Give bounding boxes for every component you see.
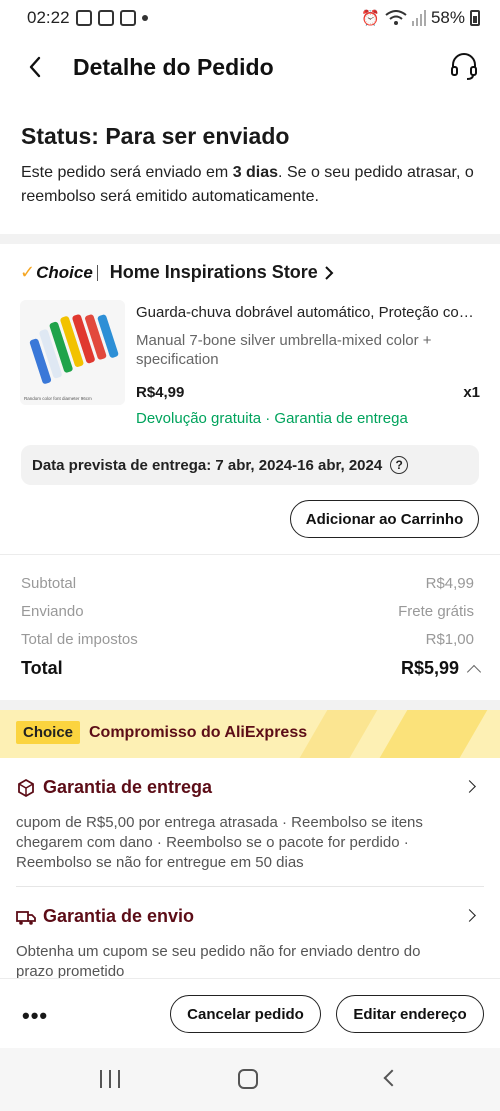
app-header: Detalhe do Pedido: [0, 40, 500, 96]
package-shield-icon: [18, 778, 34, 797]
product-price: R$4,99: [136, 384, 185, 401]
clock: 02:22: [27, 8, 70, 27]
shipping-value: Frete grátis: [398, 603, 474, 620]
order-status-title: Status: Para ser enviado: [21, 123, 290, 149]
battery-percent: 58%: [430, 8, 465, 27]
page-title: Detalhe do Pedido: [73, 54, 274, 80]
aliexpress-commitment-banner: Choice Compromisso do AliExpress: [0, 710, 500, 758]
cancel-order-button[interactable]: Cancelar pedido: [170, 995, 321, 1033]
check-icon: ✓: [20, 262, 36, 282]
store-link[interactable]: ✓ Choice Home Inspirations Store: [20, 262, 334, 283]
shipping-row: Enviando Frete grátis: [21, 603, 474, 620]
chevron-right-icon: [325, 265, 334, 280]
shipping-guarantee-title[interactable]: Garantia de envio: [16, 906, 194, 927]
bottom-action-bar: ••• Cancelar pedido Editar endereço: [0, 978, 500, 1048]
back-icon[interactable]: [383, 1069, 401, 1087]
notification-icon: [75, 10, 92, 26]
add-to-cart-button[interactable]: Adicionar ao Carrinho: [290, 500, 479, 538]
thumbnail-caption: Random color font diameter 96cm: [24, 396, 92, 401]
shipping-guarantee-description: Obtenha um cupom se seu pedido não for e…: [16, 943, 421, 980]
delivery-guarantee-description: cupom de R$5,00 por entrega atrasada · R…: [16, 814, 423, 871]
tax-value: R$1,00: [425, 631, 474, 648]
delivery-estimate-text: Data prevista de entrega: 7 abr, 2024-16…: [32, 456, 383, 474]
delivery-truck-icon: [16, 910, 36, 925]
store-name: Home Inspirations Store: [109, 262, 318, 282]
banner-decoration: [366, 710, 494, 758]
alarm-icon: ⏰: [361, 10, 380, 27]
section-divider: [0, 234, 500, 244]
product-quantity: x1: [463, 384, 480, 401]
app-icon: [97, 10, 114, 26]
chevron-up-icon[interactable]: [466, 664, 482, 679]
chevron-right-icon[interactable]: [463, 780, 476, 793]
choice-logo: ✓ Choice: [20, 262, 93, 282]
product-item[interactable]: Random color font diameter 96cm Guarda-c…: [20, 300, 480, 430]
wifi-icon: [385, 10, 407, 25]
delivery-estimate: Data prevista de entrega: 7 abr, 2024-16…: [21, 445, 479, 485]
chevron-right-icon[interactable]: [463, 909, 476, 922]
total-row[interactable]: Total R$5,99: [21, 658, 482, 679]
edit-address-button[interactable]: Editar endereço: [336, 995, 484, 1033]
section-divider: [0, 700, 500, 710]
product-thumbnail[interactable]: Random color font diameter 96cm: [20, 300, 125, 405]
signal-icon: [411, 10, 426, 26]
battery-icon: [470, 10, 480, 26]
home-icon[interactable]: [238, 1069, 258, 1089]
subtotal-row: Subtotal R$4,99: [21, 575, 474, 592]
commitment-title: Compromisso do AliExpress: [89, 724, 308, 741]
product-title: Guarda-chuva dobrável automático, Proteç…: [136, 304, 476, 321]
tax-row: Total de impostos R$1,00: [21, 631, 474, 648]
message-icon: [119, 10, 136, 26]
total-value: R$5,99: [400, 658, 459, 678]
status-bar: 02:22 ⏰ 58%: [0, 0, 500, 36]
more-options-icon[interactable]: •••: [22, 1003, 48, 1029]
total-label: Total: [21, 658, 63, 678]
customer-service-headset-icon[interactable]: [448, 50, 480, 82]
recent-apps-icon[interactable]: [100, 1070, 120, 1088]
subtotal-value: R$4,99: [425, 575, 474, 592]
order-status-description: Este pedido será enviado em 3 dias. Se o…: [21, 164, 474, 205]
tax-label: Total de impostos: [21, 631, 138, 648]
shipping-label: Enviando: [21, 603, 84, 620]
delivery-guarantee-title[interactable]: Garantia de entrega: [16, 777, 212, 798]
umbrella-image: Random color font diameter 96cm: [20, 300, 125, 405]
back-arrow-icon[interactable]: [24, 52, 48, 82]
divider: [0, 554, 500, 555]
help-icon[interactable]: ?: [390, 456, 409, 474]
product-spec: Manual 7-bone silver umbrella-mixed colo…: [136, 332, 432, 368]
product-guarantees: Devolução gratuita · Garantia de entrega: [136, 410, 408, 427]
system-navigation-bar: [0, 1048, 500, 1111]
choice-badge: Choice: [16, 721, 81, 744]
more-notifications-icon: [141, 15, 148, 21]
divider: [96, 264, 98, 281]
divider: [16, 886, 484, 887]
subtotal-label: Subtotal: [21, 575, 77, 592]
